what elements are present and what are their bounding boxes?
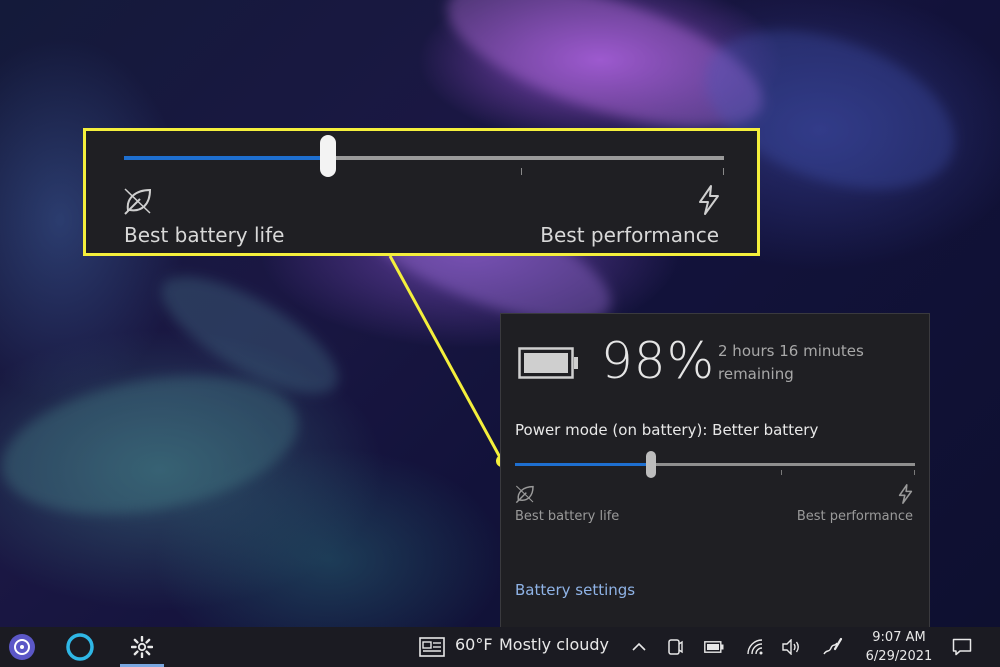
network-button[interactable]: [742, 627, 768, 667]
power-mode-slider-fill: [515, 463, 651, 466]
settings-gear-icon: [131, 636, 153, 658]
battery-settings-link[interactable]: Battery settings: [515, 581, 635, 599]
slider-tick: [723, 168, 724, 175]
show-hidden-icons-button[interactable]: [626, 627, 652, 667]
weather-temperature[interactable]: 60°F: [455, 635, 493, 654]
news-and-interests-button[interactable]: [416, 627, 448, 667]
meet-now-icon: [668, 639, 683, 655]
volume-icon: [782, 639, 799, 655]
power-mode-slider-thumb[interactable]: [646, 451, 656, 478]
zoom-callout: Best battery life Best performance: [83, 128, 760, 256]
settings-button[interactable]: [120, 627, 164, 667]
taskbar: 60°F Mostly cloudy 9:07 AM 6/29/2021: [0, 627, 1000, 667]
callout-slider-thumb[interactable]: [320, 135, 336, 177]
battery-flyout: 98% 2 hours 16 minutes remaining Power m…: [500, 313, 930, 627]
weather-description[interactable]: Mostly cloudy: [499, 635, 609, 654]
pen-icon: [823, 637, 843, 655]
time-remaining: 2 hours 16 minutes remaining: [718, 342, 864, 383]
alexa-app-icon: [9, 634, 35, 660]
volume-button[interactable]: [778, 627, 804, 667]
cortana-icon: [66, 633, 94, 661]
battery-icon: [704, 641, 724, 653]
notifications-button[interactable]: [948, 627, 976, 667]
alexa-app-button[interactable]: [4, 627, 40, 667]
battery-tray-button[interactable]: [700, 627, 728, 667]
pen-workspace-button[interactable]: [818, 627, 846, 667]
best-performance-label: Best performance: [796, 509, 913, 524]
wifi-icon: [747, 639, 763, 655]
chevron-up-icon: [632, 642, 646, 651]
power-mode-label: Power mode (on battery): Better battery: [515, 421, 819, 439]
notifications-icon: [952, 638, 972, 656]
lightning-bolt-icon: [699, 185, 719, 215]
callout-slider-fill: [124, 156, 328, 160]
clock-date: 6/29/2021: [865, 649, 933, 664]
meet-now-button[interactable]: [662, 627, 688, 667]
news-icon: [419, 637, 445, 657]
cortana-button[interactable]: [60, 627, 100, 667]
clock-time: 9:07 AM: [872, 630, 926, 645]
best-battery-life-label: Best battery life: [124, 223, 285, 247]
battery-level-icon: [518, 347, 578, 379]
slider-tick: [781, 470, 782, 475]
leaf-icon: [124, 188, 152, 215]
lightning-bolt-icon: [898, 484, 913, 504]
leaf-icon: [515, 485, 534, 504]
battery-percent: 98%: [601, 332, 716, 390]
best-performance-label: Best performance: [540, 223, 719, 247]
slider-tick: [914, 470, 915, 475]
slider-tick: [521, 168, 522, 175]
best-battery-life-label: Best battery life: [515, 509, 620, 524]
clock[interactable]: 9:07 AM 6/29/2021: [858, 628, 940, 666]
